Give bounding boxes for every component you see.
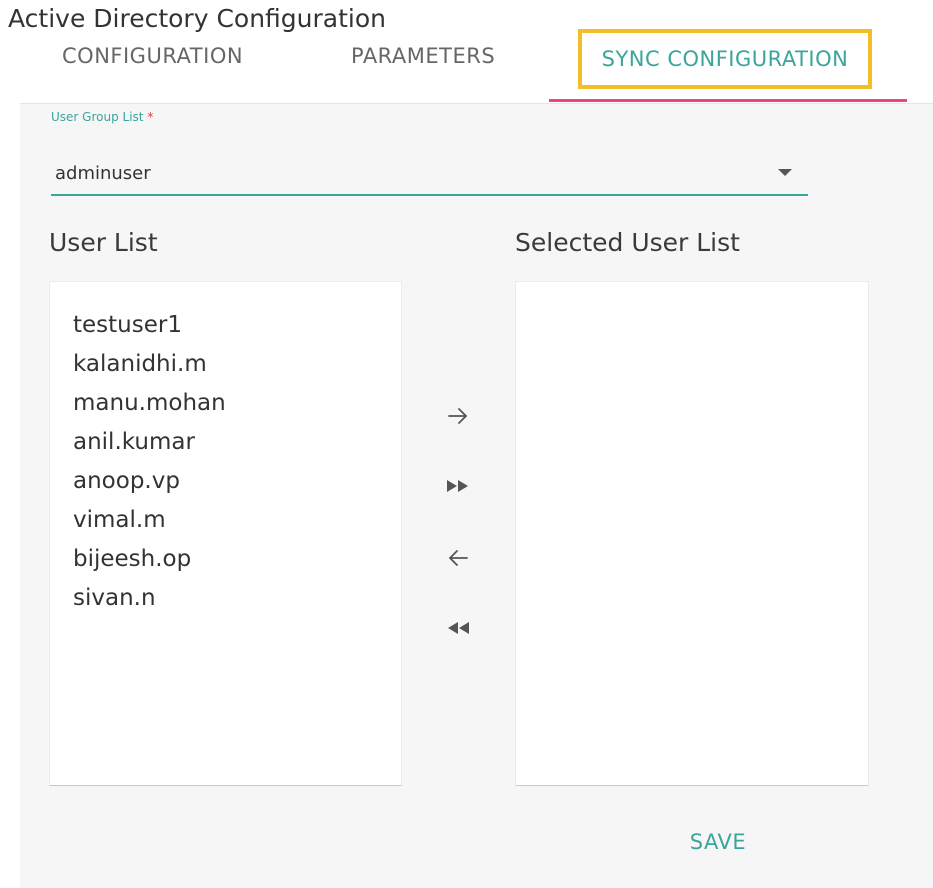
required-marker: * — [147, 110, 154, 124]
user-list-heading: User List — [49, 228, 158, 257]
user-list-item[interactable]: manu.mohan — [73, 384, 401, 423]
move-selected-left-button[interactable] — [436, 538, 480, 578]
double-right-icon — [447, 480, 468, 492]
double-left-icon — [448, 622, 469, 634]
page-title: Active Directory Configuration — [8, 4, 386, 33]
user-list-box[interactable]: testuser1 kalanidhi.m manu.mohan anil.ku… — [49, 281, 402, 786]
save-button[interactable]: SAVE — [668, 820, 768, 864]
move-all-right-button[interactable] — [436, 466, 480, 506]
user-list-item[interactable]: vimal.m — [73, 501, 401, 540]
arrow-left-icon — [449, 550, 468, 566]
user-group-label-text: User Group List — [51, 110, 144, 124]
move-all-left-button[interactable] — [436, 608, 480, 648]
selected-user-list-heading: Selected User List — [515, 228, 740, 257]
user-list-item[interactable]: anil.kumar — [73, 423, 401, 462]
move-selected-right-button[interactable] — [436, 396, 480, 436]
tab-parameters[interactable]: PARAMETERS — [351, 44, 495, 68]
user-group-select[interactable]: adminuser — [51, 152, 808, 196]
tab-configuration[interactable]: CONFIGURATION — [62, 44, 243, 68]
active-tab-indicator — [549, 99, 907, 102]
tab-sync-configuration[interactable]: SYNC CONFIGURATION — [578, 29, 872, 89]
user-list-item[interactable]: sivan.n — [73, 579, 401, 618]
selected-user-list-box[interactable] — [515, 281, 869, 786]
user-list-item[interactable]: testuser1 — [73, 306, 401, 345]
user-list-item[interactable]: kalanidhi.m — [73, 345, 401, 384]
user-list: testuser1 kalanidhi.m manu.mohan anil.ku… — [50, 282, 401, 618]
chevron-down-icon — [778, 169, 792, 176]
user-group-select-value: adminuser — [55, 163, 151, 184]
arrow-right-icon — [448, 408, 467, 424]
user-list-item[interactable]: bijeesh.op — [73, 540, 401, 579]
user-list-item[interactable]: anoop.vp — [73, 462, 401, 501]
user-group-label: User Group List * — [51, 110, 153, 124]
